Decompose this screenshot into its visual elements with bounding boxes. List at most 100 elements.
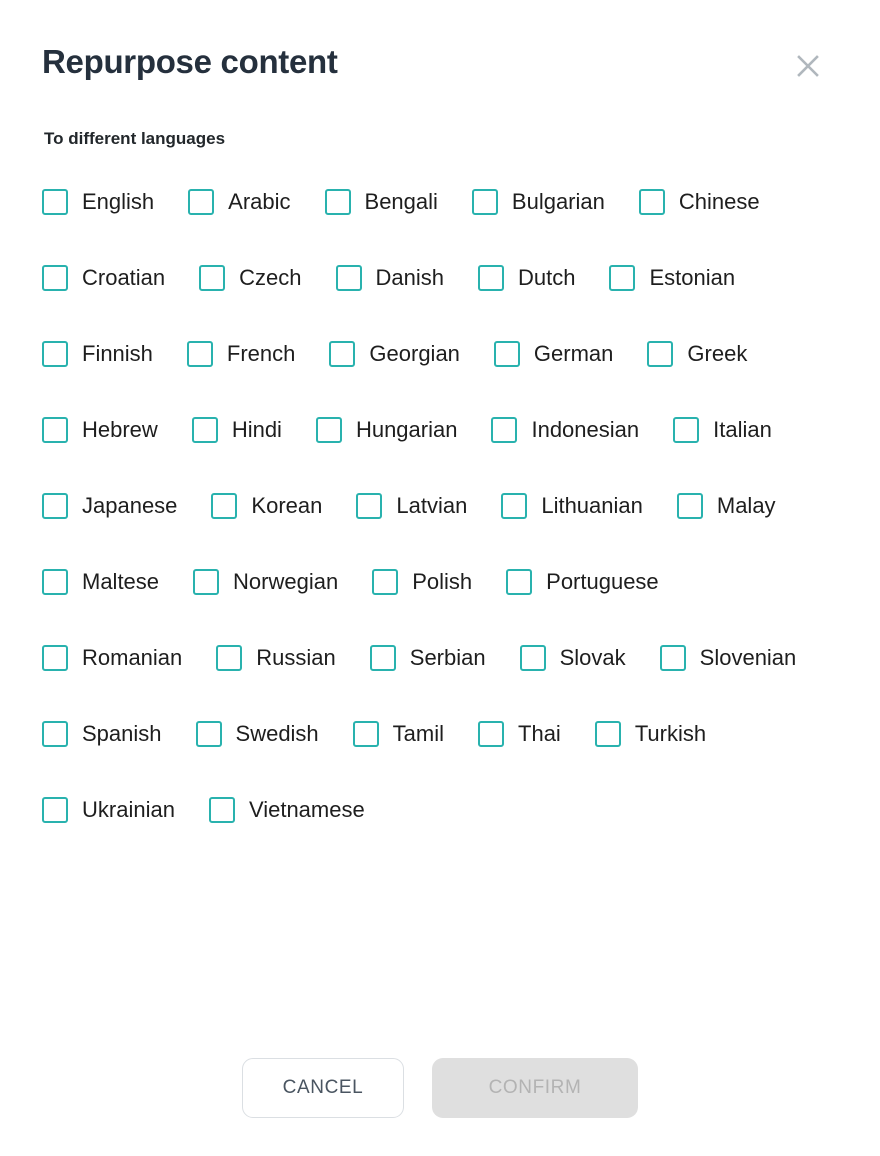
checkbox-icon[interactable] bbox=[372, 569, 399, 595]
close-button[interactable] bbox=[786, 44, 830, 88]
cancel-button[interactable]: CANCEL bbox=[242, 1058, 404, 1118]
language-option-hungarian[interactable]: Hungarian bbox=[315, 408, 457, 452]
checkbox-icon[interactable] bbox=[329, 341, 356, 367]
dialog-footer: CANCEL CONFIRM bbox=[0, 1058, 880, 1118]
language-option-bengali[interactable]: Bengali bbox=[324, 180, 438, 224]
language-option-spanish[interactable]: Spanish bbox=[42, 712, 162, 756]
checkbox-icon[interactable] bbox=[594, 721, 621, 747]
language-label: English bbox=[82, 189, 155, 214]
language-option-turkish[interactable]: Turkish bbox=[594, 712, 706, 756]
language-option-hebrew[interactable]: Hebrew bbox=[42, 408, 158, 452]
language-option-slovenian[interactable]: Slovenian bbox=[659, 636, 797, 680]
checkbox-icon[interactable] bbox=[369, 645, 396, 671]
checkbox-icon[interactable] bbox=[42, 645, 68, 671]
checkbox-icon[interactable] bbox=[352, 721, 379, 747]
checkbox-icon[interactable] bbox=[42, 721, 68, 747]
checkbox-icon[interactable] bbox=[491, 417, 518, 443]
language-option-finnish[interactable]: Finnish bbox=[42, 332, 153, 376]
language-option-chinese[interactable]: Chinese bbox=[638, 180, 760, 224]
checkbox-icon[interactable] bbox=[471, 189, 498, 215]
language-option-ukrainian[interactable]: Ukrainian bbox=[42, 788, 175, 832]
language-option-arabic[interactable]: Arabic bbox=[188, 180, 291, 224]
language-label: Danish bbox=[375, 265, 444, 290]
language-option-indonesian[interactable]: Indonesian bbox=[491, 408, 639, 452]
checkbox-icon[interactable] bbox=[193, 569, 220, 595]
language-option-norwegian[interactable]: Norwegian bbox=[193, 560, 338, 604]
checkbox-icon[interactable] bbox=[42, 189, 68, 215]
language-option-czech[interactable]: Czech bbox=[199, 256, 302, 300]
language-label: Czech bbox=[239, 265, 302, 290]
checkbox-icon[interactable] bbox=[315, 417, 342, 443]
checkbox-icon[interactable] bbox=[42, 417, 68, 443]
checkbox-icon[interactable] bbox=[501, 493, 528, 519]
language-option-tamil[interactable]: Tamil bbox=[352, 712, 444, 756]
checkbox-icon[interactable] bbox=[356, 493, 383, 519]
language-option-lithuanian[interactable]: Lithuanian bbox=[501, 484, 643, 528]
language-option-serbian[interactable]: Serbian bbox=[369, 636, 486, 680]
checkbox-icon[interactable] bbox=[335, 265, 362, 291]
language-option-french[interactable]: French bbox=[186, 332, 295, 376]
checkbox-icon[interactable] bbox=[647, 341, 674, 367]
language-option-thai[interactable]: Thai bbox=[478, 712, 561, 756]
checkbox-icon[interactable] bbox=[188, 189, 215, 215]
language-label: Serbian bbox=[409, 645, 486, 670]
checkbox-icon[interactable] bbox=[493, 341, 520, 367]
checkbox-icon[interactable] bbox=[42, 797, 68, 823]
language-label: Bengali bbox=[364, 189, 438, 214]
language-option-italian[interactable]: Italian bbox=[673, 408, 772, 452]
language-option-croatian[interactable]: Croatian bbox=[42, 256, 165, 300]
language-option-hindi[interactable]: Hindi bbox=[191, 408, 282, 452]
checkbox-icon[interactable] bbox=[659, 645, 686, 671]
checkbox-icon[interactable] bbox=[42, 493, 68, 519]
language-option-english[interactable]: English bbox=[42, 180, 154, 224]
checkbox-icon[interactable] bbox=[506, 569, 533, 595]
checkbox-icon[interactable] bbox=[199, 265, 226, 291]
language-label: Slovenian bbox=[699, 645, 797, 670]
checkbox-icon[interactable] bbox=[195, 721, 222, 747]
language-label: Dutch bbox=[518, 265, 576, 290]
language-option-danish[interactable]: Danish bbox=[335, 256, 444, 300]
language-option-german[interactable]: German bbox=[493, 332, 614, 376]
language-option-japanese[interactable]: Japanese bbox=[42, 484, 177, 528]
checkbox-icon[interactable] bbox=[609, 265, 636, 291]
checkbox-icon[interactable] bbox=[478, 265, 504, 291]
checkbox-icon[interactable] bbox=[42, 569, 68, 595]
checkbox-icon[interactable] bbox=[191, 417, 218, 443]
checkbox-icon[interactable] bbox=[676, 493, 703, 519]
language-option-slovak[interactable]: Slovak bbox=[519, 636, 626, 680]
language-option-korean[interactable]: Korean bbox=[211, 484, 322, 528]
language-label: Chinese bbox=[678, 189, 760, 214]
language-option-polish[interactable]: Polish bbox=[372, 560, 472, 604]
language-option-georgian[interactable]: Georgian bbox=[329, 332, 460, 376]
checkbox-icon[interactable] bbox=[519, 645, 546, 671]
checkbox-icon[interactable] bbox=[208, 797, 235, 823]
language-option-portuguese[interactable]: Portuguese bbox=[506, 560, 659, 604]
language-label: German bbox=[533, 341, 614, 366]
checkbox-icon[interactable] bbox=[186, 341, 213, 367]
language-option-estonian[interactable]: Estonian bbox=[609, 256, 735, 300]
language-option-russian[interactable]: Russian bbox=[216, 636, 336, 680]
language-label: Finnish bbox=[82, 341, 153, 366]
language-option-greek[interactable]: Greek bbox=[647, 332, 747, 376]
language-option-maltese[interactable]: Maltese bbox=[42, 560, 159, 604]
language-option-latvian[interactable]: Latvian bbox=[356, 484, 467, 528]
language-option-dutch[interactable]: Dutch bbox=[478, 256, 575, 300]
language-option-romanian[interactable]: Romanian bbox=[42, 636, 182, 680]
checkbox-icon[interactable] bbox=[478, 721, 505, 747]
language-checkbox-list: English Arabic Bengali Bulgarian Chinese Croa… bbox=[42, 180, 838, 864]
language-label: Slovak bbox=[559, 645, 626, 670]
language-label: Bulgarian bbox=[511, 189, 605, 214]
checkbox-icon[interactable] bbox=[42, 341, 68, 367]
checkbox-icon[interactable] bbox=[211, 493, 238, 519]
checkbox-icon[interactable] bbox=[638, 189, 665, 215]
checkbox-icon[interactable] bbox=[216, 645, 243, 671]
checkbox-icon[interactable] bbox=[673, 417, 700, 443]
language-label: Hindi bbox=[231, 417, 282, 442]
language-option-malay[interactable]: Malay bbox=[676, 484, 776, 528]
checkbox-icon[interactable] bbox=[324, 189, 351, 215]
language-option-bulgarian[interactable]: Bulgarian bbox=[471, 180, 605, 224]
language-option-vietnamese[interactable]: Vietnamese bbox=[208, 788, 365, 832]
confirm-button[interactable]: CONFIRM bbox=[432, 1058, 638, 1118]
language-option-swedish[interactable]: Swedish bbox=[195, 712, 319, 756]
checkbox-icon[interactable] bbox=[42, 265, 68, 291]
